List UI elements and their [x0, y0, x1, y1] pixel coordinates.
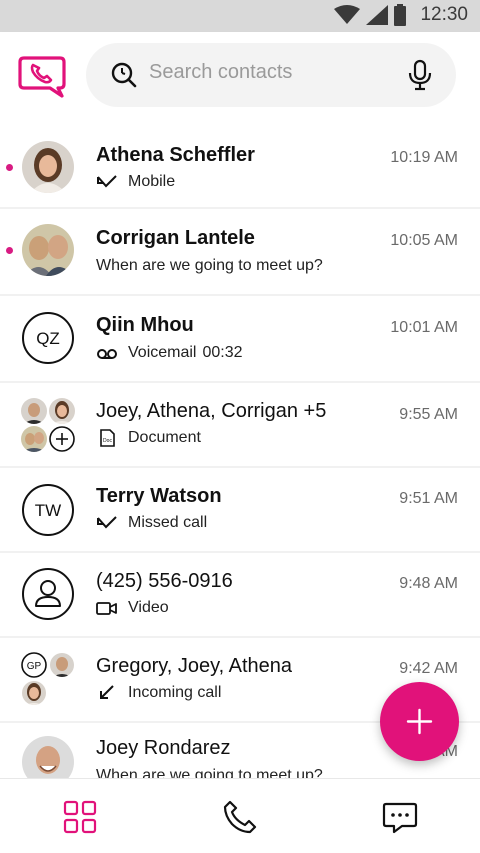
subtitle-text: Voicemail: [128, 344, 197, 361]
voicemail-duration: 00:32: [202, 344, 243, 361]
avatar-initials: GP: [27, 661, 42, 672]
conversation-subtitle: Missed call: [96, 514, 207, 532]
avatar: QZ: [22, 312, 74, 364]
avatar-initials: QZ: [36, 329, 60, 348]
signal-icon: [366, 5, 389, 25]
contact-name: Gregory, Joey, Athena: [96, 655, 293, 677]
app-logo-icon[interactable]: [18, 54, 66, 98]
grid-icon[interactable]: [62, 799, 98, 835]
subtitle-text: Mobile: [128, 173, 176, 190]
chat-icon[interactable]: [382, 799, 418, 835]
search-placeholder: Search contacts: [149, 61, 293, 83]
contact-name: Terry Watson: [96, 485, 222, 507]
conversation-row[interactable]: Athena Scheffler Mobile 10:19 AM: [0, 118, 480, 207]
person-avatar-icon: [22, 568, 74, 620]
subtitle-text: Document: [128, 429, 201, 446]
conversation-row[interactable]: (425) 556-0916 Video 9:48 AM: [0, 553, 480, 636]
wifi-icon: [334, 5, 361, 24]
phone-icon[interactable]: [222, 799, 258, 835]
conversation-subtitle: Video: [96, 599, 169, 617]
microphone-icon[interactable]: [408, 59, 432, 91]
voicemail-icon: [97, 349, 117, 359]
subtitle-text: When are we going to meet up?: [96, 767, 323, 778]
battery-icon: [394, 4, 407, 26]
conversation-row[interactable]: Corrigan Lantele When are we going to me…: [0, 209, 480, 294]
timestamp: 10:19 AM: [390, 149, 458, 166]
timestamp: 9:48 AM: [399, 575, 458, 592]
contact-name: Qiin Mhou: [96, 314, 194, 336]
timestamp: 9:51 AM: [399, 490, 458, 507]
conversation-subtitle: When are we going to meet up?: [96, 257, 323, 275]
subtitle-text: Missed call: [128, 514, 208, 531]
avatar: [22, 224, 74, 276]
subtitle-text: Video: [128, 599, 169, 616]
contact-name: Joey, Athena, Corrigan +5: [96, 400, 327, 422]
subtitle-text: Incoming call: [128, 684, 222, 701]
avatar: [22, 141, 74, 193]
incoming-call-arrow-icon: [100, 685, 114, 699]
subtitle-text: When are we going to meet up?: [96, 257, 323, 274]
missed-call-arrow-icon: [97, 175, 117, 188]
conversation-row[interactable]: QZ Qiin Mhou Voicemail 00:32 10:01 AM: [0, 296, 480, 381]
timestamp: 10:01 AM: [390, 319, 458, 336]
search-input[interactable]: Search contacts: [86, 43, 456, 107]
timestamp: 9:42 AM: [399, 660, 458, 677]
contact-name: Athena Scheffler: [96, 144, 255, 166]
unread-indicator: [6, 247, 13, 254]
timestamp: 9:55 AM: [399, 406, 458, 423]
bottom-navigation: [0, 778, 480, 853]
status-time: 12:30: [420, 4, 468, 25]
contact-name: (425) 556-0916: [96, 570, 233, 592]
avatar-initials: TW: [35, 501, 61, 520]
conversation-row[interactable]: Joey, Athena, Corrigan +5 Doc Document 9…: [0, 383, 480, 466]
conversation-subtitle: Mobile: [96, 173, 175, 191]
group-avatar: [21, 398, 75, 452]
conversation-subtitle: Voicemail 00:32: [96, 344, 243, 362]
top-bar: Search contacts: [0, 32, 480, 118]
contact-name: Joey Rondarez: [96, 737, 231, 759]
search-icon: [111, 62, 137, 88]
missed-call-arrow-icon: [97, 516, 117, 529]
conversation-subtitle: Doc Document: [96, 429, 201, 447]
video-icon: [96, 602, 117, 615]
timestamp: 10:05 AM: [390, 232, 458, 249]
avatar: TW: [22, 484, 74, 536]
conversation-list[interactable]: Athena Scheffler Mobile 10:19 AM Corriga…: [0, 118, 480, 778]
conversation-row[interactable]: TW Terry Watson Missed call 9:51 AM: [0, 468, 480, 551]
status-bar: 12:30: [0, 0, 480, 32]
avatar: [22, 736, 74, 778]
conversation-subtitle: When are we going to meet up?: [96, 767, 323, 778]
new-conversation-button[interactable]: [380, 682, 459, 761]
unread-indicator: [6, 164, 13, 171]
document-icon: Doc: [100, 429, 115, 447]
conversation-subtitle: Incoming call: [96, 684, 221, 702]
group-avatar: GP: [21, 652, 74, 705]
svg-text:Doc: Doc: [103, 438, 112, 444]
contact-name: Corrigan Lantele: [96, 227, 255, 249]
plus-icon: [406, 708, 433, 735]
